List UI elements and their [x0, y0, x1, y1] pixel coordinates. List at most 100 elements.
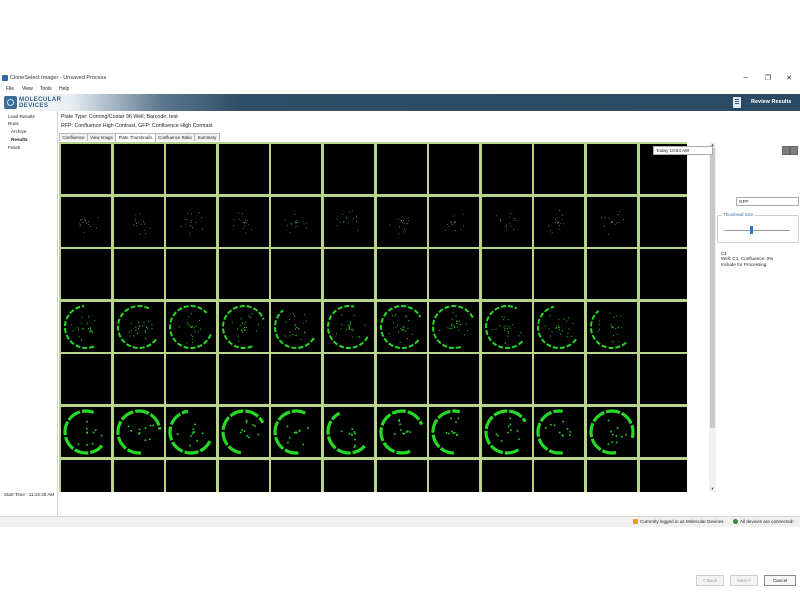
well-thumbnail[interactable] [166, 407, 217, 457]
well-thumbnail[interactable] [587, 407, 637, 457]
well-thumbnail[interactable] [271, 249, 322, 300]
well-thumbnail[interactable] [324, 407, 374, 457]
well-thumbnail[interactable] [271, 301, 322, 352]
well-thumbnail[interactable] [113, 144, 164, 194]
well-thumbnail[interactable] [639, 249, 687, 300]
well-thumbnail[interactable] [534, 196, 585, 247]
well-thumbnail[interactable] [587, 144, 637, 194]
well-thumbnail[interactable] [481, 196, 532, 247]
back-button[interactable]: < Back [696, 575, 724, 586]
well-thumbnail[interactable] [481, 144, 532, 194]
run-date-select[interactable]: Today 10:54 AM [653, 146, 713, 155]
well-thumbnail[interactable] [166, 196, 217, 247]
well-thumbnail[interactable] [376, 459, 427, 492]
well-thumbnail[interactable] [429, 196, 480, 247]
well-thumbnail[interactable] [166, 301, 217, 352]
cancel-button[interactable]: Cancel [764, 575, 796, 586]
well-thumbnail[interactable] [534, 407, 585, 457]
next-button[interactable]: Next > [730, 575, 758, 586]
well-thumbnail[interactable] [534, 249, 585, 300]
well-thumbnail[interactable] [481, 249, 532, 300]
well-thumbnail[interactable] [639, 459, 687, 492]
well-thumbnail[interactable] [166, 354, 217, 405]
well-thumbnail[interactable] [271, 196, 322, 247]
menu-view[interactable]: View [22, 86, 33, 92]
well-thumbnail[interactable] [61, 144, 111, 194]
well-thumbnail[interactable] [324, 459, 374, 492]
well-thumbnail[interactable] [218, 354, 269, 405]
well-thumbnail[interactable] [166, 459, 217, 492]
nav-item-results[interactable]: Results [11, 137, 28, 142]
well-thumbnail[interactable] [271, 407, 322, 457]
menu-file[interactable]: File [6, 86, 14, 92]
well-thumbnail[interactable] [61, 196, 111, 247]
well-thumbnail[interactable] [587, 301, 637, 352]
well-thumbnail[interactable] [481, 459, 532, 492]
nav-item-load-results[interactable]: Load Results [8, 114, 35, 119]
well-thumbnail[interactable] [218, 459, 269, 492]
well-thumbnail[interactable] [61, 301, 111, 352]
well-thumbnail[interactable] [166, 249, 217, 300]
well-thumbnail[interactable] [61, 407, 111, 457]
well-thumbnail[interactable] [534, 354, 585, 405]
well-thumbnail[interactable] [113, 249, 164, 300]
well-thumbnail[interactable] [271, 144, 322, 194]
well-thumbnail[interactable] [639, 301, 687, 352]
well-thumbnail[interactable] [429, 407, 480, 457]
well-thumbnail[interactable] [218, 249, 269, 300]
well-thumbnail[interactable] [534, 144, 585, 194]
well-thumbnail[interactable] [113, 301, 164, 352]
well-thumbnail[interactable] [324, 144, 374, 194]
well-thumbnail[interactable] [324, 301, 374, 352]
well-thumbnail[interactable] [429, 144, 480, 194]
export-icon[interactable] [782, 146, 790, 155]
scroll-down-icon[interactable]: ▼ [709, 486, 716, 492]
settings-icon[interactable] [790, 146, 798, 155]
thumbnail-scrollbar[interactable]: ▲ ▼ [709, 142, 716, 492]
thumbnail-size-slider[interactable] [750, 226, 753, 234]
well-thumbnail[interactable] [324, 354, 374, 405]
well-thumbnail[interactable] [271, 354, 322, 405]
well-thumbnail[interactable] [218, 144, 269, 194]
well-thumbnail[interactable] [429, 249, 480, 300]
well-thumbnail[interactable] [429, 354, 480, 405]
tab-view-image[interactable]: View Image [87, 133, 116, 141]
maximize-button[interactable]: ❐ [757, 72, 779, 85]
thumbnail-size-track[interactable] [724, 230, 790, 231]
well-thumbnail[interactable] [113, 196, 164, 247]
well-thumbnail[interactable] [324, 249, 374, 300]
well-thumbnail[interactable] [376, 407, 427, 457]
close-button[interactable]: ✕ [778, 72, 800, 85]
well-thumbnail[interactable] [587, 354, 637, 405]
well-thumbnail[interactable] [376, 301, 427, 352]
well-thumbnail[interactable] [481, 354, 532, 405]
menu-tools[interactable]: Tools [40, 86, 52, 92]
well-thumbnail[interactable] [481, 301, 532, 352]
well-thumbnail[interactable] [587, 459, 637, 492]
well-thumbnail[interactable] [113, 459, 164, 492]
well-thumbnail[interactable] [218, 196, 269, 247]
well-thumbnail[interactable] [429, 459, 480, 492]
well-thumbnail[interactable] [481, 407, 532, 457]
well-thumbnail[interactable] [639, 407, 687, 457]
well-thumbnail[interactable] [61, 249, 111, 300]
well-thumbnail[interactable] [376, 354, 427, 405]
well-thumbnail[interactable] [376, 144, 427, 194]
scrollbar-thumb[interactable] [710, 148, 715, 428]
well-thumbnail[interactable] [166, 144, 217, 194]
nav-item-finish[interactable]: Finish [8, 145, 20, 150]
well-thumbnail[interactable] [324, 196, 374, 247]
well-thumbnail[interactable] [271, 459, 322, 492]
well-thumbnail[interactable] [113, 354, 164, 405]
well-thumbnail[interactable] [376, 249, 427, 300]
nav-item-archive[interactable]: Archive [11, 129, 26, 134]
tab-summary[interactable]: Summary [194, 133, 220, 141]
well-thumbnail[interactable] [113, 407, 164, 457]
menu-help[interactable]: Help [59, 86, 69, 92]
well-thumbnail[interactable] [639, 354, 687, 405]
nav-item-runs[interactable]: Runs [8, 121, 19, 126]
well-thumbnail[interactable] [218, 301, 269, 352]
well-thumbnail[interactable] [218, 407, 269, 457]
well-thumbnail[interactable] [534, 459, 585, 492]
well-thumbnail[interactable] [587, 196, 637, 247]
